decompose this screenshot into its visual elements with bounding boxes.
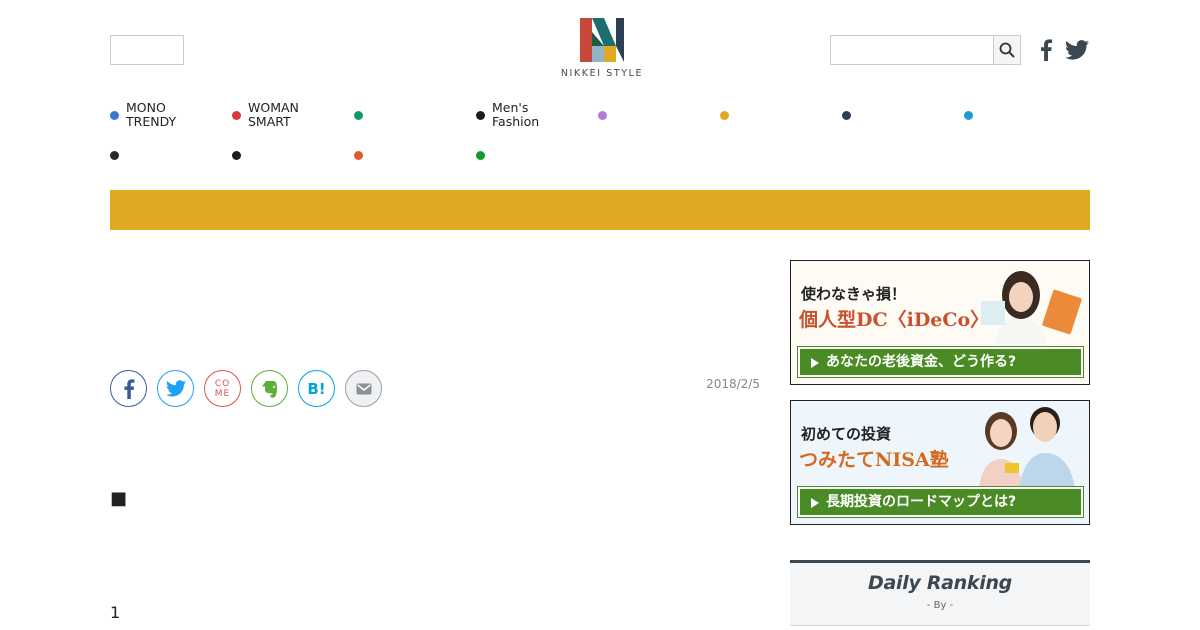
ad-headline: 初めての投資	[801, 425, 892, 443]
nav-item-mono-trendy[interactable]: MONO TRENDY	[110, 100, 230, 130]
nav-dot	[354, 150, 363, 160]
mail-icon	[356, 383, 371, 394]
nav-item-3[interactable]	[354, 100, 474, 130]
nav-dot	[232, 150, 241, 160]
ad-headline: 使わなきゃ損！	[801, 285, 907, 303]
nav-item-5[interactable]	[598, 100, 718, 130]
nav-dot	[110, 150, 119, 160]
ad-banner-ideco[interactable]: 使わなきゃ損！ 個人型DC〈iDeCo〉 あなたの老後資金、どう作る?	[790, 260, 1090, 385]
nav-item-12[interactable]	[476, 140, 596, 170]
nav-dot	[110, 110, 119, 120]
nav-dot	[598, 110, 607, 120]
nav-item-9[interactable]	[110, 140, 230, 170]
ad-cta-label: あなたの老後資金、どう作る?	[826, 354, 1017, 370]
ad-cta-label: 長期投資のロードマップとは?	[826, 494, 1017, 510]
nav-item-7[interactable]	[842, 100, 962, 130]
site-logo[interactable]: NIKKEI STYLE	[556, 18, 648, 84]
evernote-icon	[261, 380, 277, 398]
nav-dot	[720, 110, 729, 120]
search-icon	[999, 42, 1015, 58]
nav-dot	[476, 110, 485, 120]
nav-dot	[964, 110, 973, 120]
hatena-share-button[interactable]: B!	[298, 370, 335, 407]
twitter-share-button[interactable]	[157, 370, 194, 407]
nav-item-woman-smart[interactable]: WOMAN SMART	[232, 100, 352, 130]
nav-label: Men's Fashion	[492, 100, 540, 129]
search-box	[830, 35, 1021, 65]
nav-dot	[842, 110, 851, 120]
nav-label: MONO TRENDY	[126, 100, 177, 129]
ad-title: つみたてNISA塾	[799, 449, 949, 471]
woman-photo-icon	[981, 271, 1082, 347]
ad-banner-nisa[interactable]: 初めての投資 つみたてNISA塾 長期投資のロードマップとは?	[790, 400, 1090, 525]
ad-cta-button[interactable]: あなたの老後資金、どう作る?	[798, 347, 1083, 377]
evernote-share-button[interactable]	[251, 370, 288, 407]
ad-title: 個人型DC〈iDeCo〉	[799, 309, 990, 331]
search-button[interactable]	[993, 36, 1020, 64]
hatena-icon: B!	[307, 379, 326, 398]
facebook-icon[interactable]	[1036, 38, 1056, 62]
nikkei-logo-icon	[580, 18, 624, 62]
twitter-icon	[165, 380, 186, 397]
come-share-button[interactable]: CO ME	[204, 370, 241, 407]
ranking-title: Daily Ranking	[868, 572, 1012, 594]
facebook-share-button[interactable]	[110, 370, 147, 407]
play-arrow-icon	[811, 358, 819, 368]
twitter-icon[interactable]	[1064, 38, 1090, 62]
nav-item-11[interactable]	[354, 140, 474, 170]
nav-item-mens-fashion[interactable]: Men's Fashion	[476, 100, 596, 130]
page-number: 1	[110, 603, 121, 622]
nav-item-8[interactable]	[964, 100, 1084, 130]
ranking-byline: - By -	[926, 600, 954, 611]
category-banner	[110, 190, 1090, 230]
page: NIKKEI STYLE MONO TRENDY WOMAN SMART Men…	[0, 0, 1200, 630]
article-date: 2018/2/5	[706, 377, 760, 391]
nav-label: WOMAN SMART	[248, 100, 299, 129]
facebook-icon	[123, 378, 134, 399]
header-menu-box[interactable]	[110, 35, 184, 65]
come-icon: CO ME	[214, 378, 231, 399]
nav-dot	[354, 110, 363, 120]
mail-share-button[interactable]	[345, 370, 382, 407]
logo-text: NIKKEI STYLE	[560, 68, 644, 79]
share-buttons: CO ME B!	[110, 370, 382, 407]
ad-cta-button[interactable]: 長期投資のロードマップとは?	[798, 487, 1083, 517]
daily-ranking-header: Daily Ranking - By -	[790, 560, 1090, 626]
nav-dot	[232, 110, 241, 120]
play-arrow-icon	[811, 498, 819, 508]
search-input[interactable]	[831, 36, 993, 64]
nav-item-10[interactable]	[232, 140, 352, 170]
couple-photo-icon	[979, 407, 1075, 489]
nav-dot	[476, 150, 485, 160]
nav-item-6[interactable]	[720, 100, 840, 130]
section-bullet: ■	[110, 488, 128, 509]
